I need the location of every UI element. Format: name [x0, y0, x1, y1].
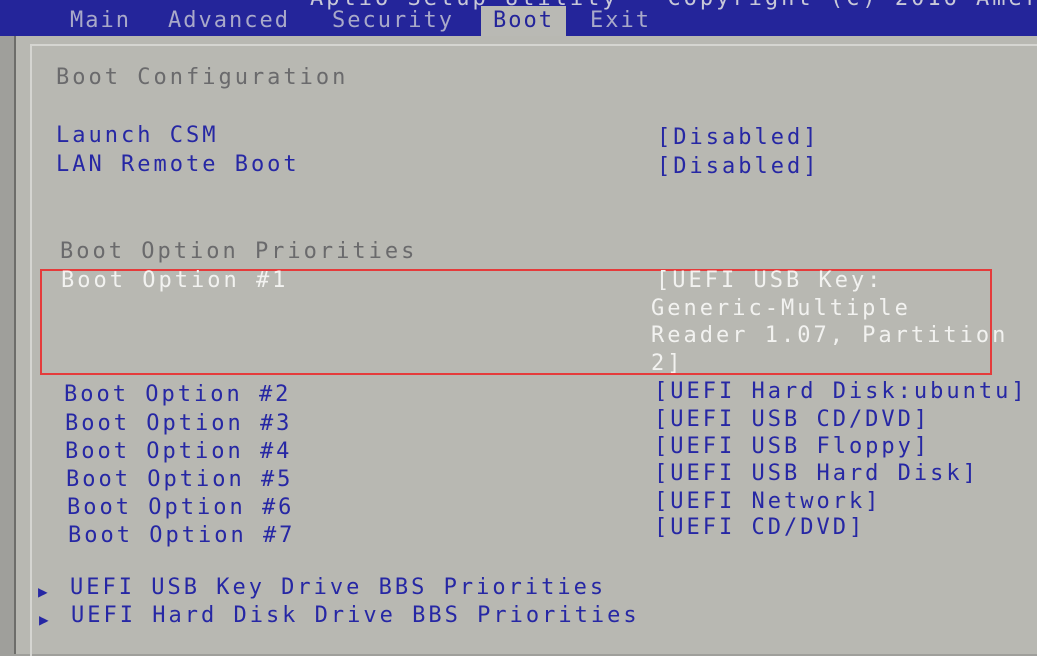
tab-advanced[interactable]: Advanced: [168, 6, 290, 36]
launch-csm-label[interactable]: Launch CSM: [56, 122, 218, 150]
tab-security[interactable]: Security: [332, 6, 454, 36]
boot-option-6-value[interactable]: [UEFI Network]: [654, 488, 881, 516]
boot-option-3-value[interactable]: [UEFI USB CD/DVD]: [654, 406, 930, 434]
boot-option-7-value[interactable]: [UEFI CD/DVD]: [654, 514, 865, 542]
lan-remote-boot-label[interactable]: LAN Remote Boot: [56, 151, 300, 179]
boot-option-2-label[interactable]: Boot Option #2: [64, 381, 291, 409]
tab-exit[interactable]: Exit: [590, 6, 651, 36]
boot-option-1-value-line-2[interactable]: Generic-Multiple: [651, 295, 911, 323]
boot-option-1-value-line-4[interactable]: 2]: [651, 350, 684, 378]
boot-option-6-label[interactable]: Boot Option #6: [67, 494, 294, 522]
launch-csm-value[interactable]: [Disabled]: [657, 124, 819, 152]
boot-option-4-label[interactable]: Boot Option #4: [65, 438, 292, 466]
priorities-title: Boot Option Priorities: [60, 239, 418, 264]
submenu-hard-disk-priorities[interactable]: UEFI Hard Disk Drive BBS Priorities: [71, 602, 640, 630]
boot-option-4-value[interactable]: [UEFI USB Floppy]: [654, 433, 930, 461]
tab-boot[interactable]: Boot: [481, 6, 566, 36]
submenu-usb-key-priorities[interactable]: UEFI USB Key Drive BBS Priorities: [70, 574, 606, 602]
boot-option-1-value-line-1[interactable]: [UEFI USB Key:: [656, 267, 883, 295]
lan-remote-boot-value[interactable]: [Disabled]: [657, 153, 819, 181]
boot-option-1-label[interactable]: Boot Option #1: [61, 267, 288, 295]
boot-option-5-label[interactable]: Boot Option #5: [66, 466, 293, 494]
submenu-arrow-icon: ▶: [38, 582, 48, 601]
section-title: Boot Configuration: [56, 65, 349, 90]
boot-option-5-value[interactable]: [UEFI USB Hard Disk]: [654, 460, 979, 488]
boot-option-1-value-line-3[interactable]: Reader 1.07, Partition: [651, 322, 1008, 350]
tab-main[interactable]: Main: [70, 6, 131, 36]
menu-bar: Aptio Setup Utility - Copyright (C) 2016…: [0, 0, 1037, 36]
boot-option-3-label[interactable]: Boot Option #3: [65, 410, 292, 438]
boot-option-2-value[interactable]: [UEFI Hard Disk:ubuntu]: [654, 378, 1028, 406]
boot-option-7-label[interactable]: Boot Option #7: [68, 522, 295, 550]
submenu-arrow-icon: ▶: [39, 610, 49, 629]
